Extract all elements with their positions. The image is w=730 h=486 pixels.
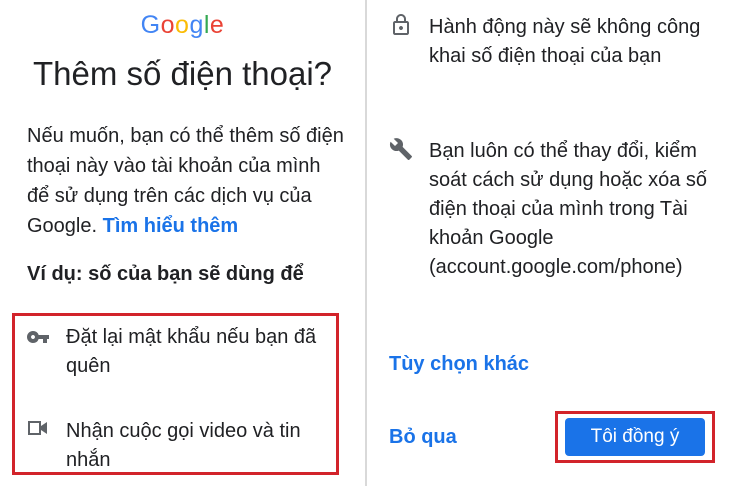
privacy-note: Hành động này sẽ không công khai số điện… [429,16,701,67]
logo-letter: e [209,11,225,39]
wrench-icon [389,137,413,161]
example-item-video-calls: Nhận cuộc gọi video và tin nhắn [66,417,336,475]
lock-icon [389,13,413,37]
skip-button[interactable]: Bỏ qua [389,426,457,449]
example-item-line1: Nhận cuộc gọi video và tin [66,420,301,442]
google-logo: Google [0,11,365,40]
agree-button[interactable]: Tôi đồng ý [565,418,705,456]
logo-letter: o [160,11,176,39]
page-title: Thêm số điện thoại? [32,55,332,92]
example-item-line2: quên [66,355,111,377]
example-item-line2: nhắn [66,449,111,471]
examples-heading: Ví dụ: số của bạn sẽ dùng để [27,263,304,285]
left-panel: Google Thêm số điện thoại? Nếu muốn, bạn… [0,0,365,486]
video-camera-icon [26,416,50,440]
example-item-line1: Đặt lại mật khẩu nếu bạn đã [66,326,317,348]
example-item-reset-password: Đặt lại mật khẩu nếu bạn đã quên [66,323,336,381]
more-options-button[interactable]: Tùy chọn khác [389,353,529,376]
learn-more-link[interactable]: Tìm hiểu thêm [103,215,239,237]
logo-letter: G [140,11,161,39]
description-text: Nếu muốn, bạn có thể thêm số điện thoại … [27,121,347,241]
logo-letter: o [175,11,190,39]
control-note: Bạn luôn có thể thay đổi, kiểm soát cách… [429,140,708,278]
key-icon [26,325,50,349]
logo-letter: g [189,11,204,39]
